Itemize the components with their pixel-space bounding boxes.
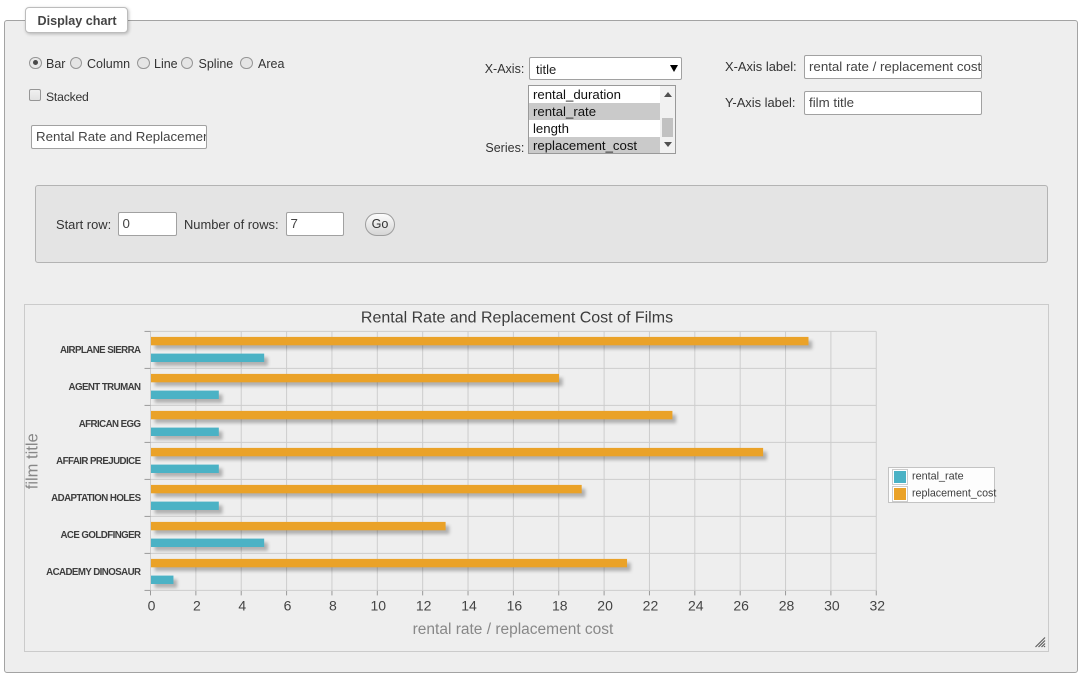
svg-text:22: 22 <box>643 598 659 614</box>
svg-text:Rental Rate and Replacement Co: Rental Rate and Replacement Cost of Film… <box>361 310 673 327</box>
svg-text:ADAPTATION HOLES: ADAPTATION HOLES <box>51 493 141 504</box>
svg-text:32: 32 <box>869 598 885 614</box>
svg-text:10: 10 <box>371 598 387 614</box>
svg-text:16: 16 <box>507 598 523 614</box>
svg-text:rental_rate: rental_rate <box>912 471 964 483</box>
svg-text:ACE GOLDFINGER: ACE GOLDFINGER <box>60 530 141 541</box>
svg-text:replacement_cost: replacement_cost <box>912 488 996 500</box>
svg-text:30: 30 <box>824 598 840 614</box>
svg-text:2: 2 <box>193 598 201 614</box>
svg-text:rental rate / replacement cost: rental rate / replacement cost <box>413 621 614 638</box>
svg-text:AFRICAN EGG: AFRICAN EGG <box>79 419 141 430</box>
svg-text:26: 26 <box>733 598 749 614</box>
svg-text:18: 18 <box>552 598 568 614</box>
svg-text:AIRPLANE SIERRA: AIRPLANE SIERRA <box>60 345 141 356</box>
svg-text:28: 28 <box>779 598 795 614</box>
svg-text:20: 20 <box>597 598 613 614</box>
svg-text:film title: film title <box>24 433 42 489</box>
svg-text:4: 4 <box>238 598 246 614</box>
svg-text:24: 24 <box>688 598 704 614</box>
svg-text:12: 12 <box>416 598 432 614</box>
svg-text:AGENT TRUMAN: AGENT TRUMAN <box>69 382 142 393</box>
svg-text:ACADEMY DINOSAUR: ACADEMY DINOSAUR <box>46 567 141 578</box>
svg-text:8: 8 <box>329 598 337 614</box>
svg-text:0: 0 <box>148 598 156 614</box>
svg-text:AFFAIR PREJUDICE: AFFAIR PREJUDICE <box>56 456 141 467</box>
svg-text:6: 6 <box>284 598 292 614</box>
svg-text:14: 14 <box>461 598 477 614</box>
